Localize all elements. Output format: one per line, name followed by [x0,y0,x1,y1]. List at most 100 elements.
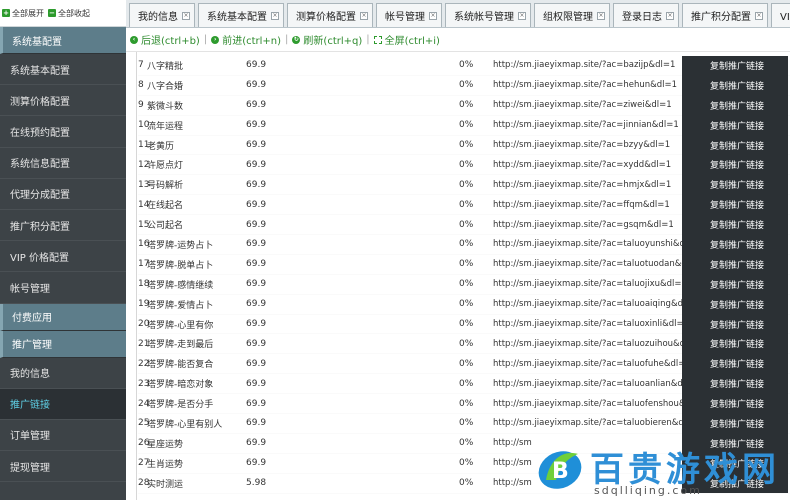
copy-link-button[interactable]: 复制推广链接 [682,373,788,394]
tab-close-icon[interactable]: × [755,11,763,20]
expand-all-button[interactable]: + 全部展开 [2,8,44,19]
copy-link-button[interactable]: 复制推广链接 [682,154,788,175]
sidebar-item[interactable]: 系统基本配置 [0,54,126,86]
row-price: 69.9 [246,338,267,349]
row-rate: 0% [459,319,474,330]
table-row: 13 号码解析 69.9 0% http://sm.jiaeyixmap.site/?a… [138,174,790,196]
sidebar-group[interactable]: 系统基配置 [0,27,126,54]
table-row: 11 老黄历 69.9 0% http://sm.jiaeyixmap.site/?ac… [138,135,790,156]
row-name: 生肖运势 [147,459,184,470]
copy-link-button[interactable]: 复制推广链接 [682,274,788,295]
refresh-button[interactable]: ↻ 刷新(ctrl+q) [292,32,362,47]
copy-link-button[interactable]: 复制推广链接 [682,214,788,235]
copy-link-button[interactable]: 复制推广链接 [682,135,788,155]
copy-link-button[interactable]: 复制推广链接 [682,254,788,275]
tab[interactable]: 登录日志 × [613,3,679,27]
copy-link-button[interactable]: 复制推广链接 [682,174,788,195]
row-price: 69.9 [246,239,267,250]
table-row: 12 许愿点灯 69.9 0% http://sm.jiaeyixmap.site/?a… [138,154,790,176]
forward-button[interactable]: › 前进(ctrl+n) [211,32,281,47]
row-id: 25 [138,418,150,429]
copy-link-button[interactable]: 复制推广链接 [682,294,788,315]
svg-text:B: B [552,459,569,484]
row-rate: 0% [459,199,474,210]
row-url: http://sm.jiaeyixmap.site/?ac=taluoxinli… [493,319,682,330]
tab-close-icon[interactable]: × [597,11,605,20]
tab-close-icon[interactable]: × [360,11,368,20]
watermark-logo-icon: B [538,451,582,489]
sidebar-item[interactable]: 我的信息 [0,358,126,389]
copy-link-button[interactable]: 复制推广链接 [682,194,788,215]
row-price: 69.9 [246,358,267,369]
row-rate: 0% [459,299,474,310]
sidebar-item[interactable]: 推广链接 [0,388,126,420]
row-name: 塔罗牌-心里有别人 [147,419,223,430]
row-url: http://sm.jiaeyixmap.site/?ac=taluotuoda… [493,259,682,270]
row-rate: 0% [459,159,474,170]
copy-link-button[interactable]: 复制推广链接 [682,413,788,434]
toolbar-divider: | [285,34,289,45]
sidebar-item[interactable]: 在线预约配置 [0,116,126,148]
copy-link-button[interactable]: 复制推广链接 [682,234,788,255]
copy-link-button[interactable]: 复制推广链接 [682,75,788,96]
sidebar-group[interactable]: 推广管理 [0,330,126,358]
copy-link-button[interactable]: 复制推广链接 [682,115,788,136]
fullscreen-label: 全屏(ctrl+i) [384,36,440,47]
table-row: 7 八字精批 69.9 0% http://sm.jiaeyixmap.site/?ac… [138,55,790,76]
sidebar-item[interactable]: 帐号管理 [0,272,126,304]
tab[interactable]: 帐号管理 × [376,3,442,27]
fullscreen-icon [373,35,382,44]
sidebar-item[interactable]: 推广积分配置 [0,210,126,242]
row-price: 69.9 [246,179,267,190]
row-id: 8 [138,80,144,91]
row-price: 69.9 [246,120,267,131]
copy-link-button[interactable]: 复制推广链接 [682,95,788,116]
row-url: http://sm.jiaeyixmap.site/?ac=taluofensh… [493,398,682,409]
sidebar-item[interactable]: 系统信息配置 [0,148,126,179]
copy-link-button[interactable]: 复制推广链接 [682,55,788,76]
row-price: 69.9 [246,319,267,330]
row-rate: 0% [459,120,474,131]
row-url: http://sm.jiaeyixmap.site/?ac=taluofuhe&… [493,358,682,369]
row-url: http://sm.jiaeyixmap.site/?ac=taluoyunsh… [493,239,682,250]
row-url: http://sm.jiaeyixmap.site/?ac=taluozuiho… [493,338,682,349]
tab[interactable]: 组权限管理 × [534,3,610,27]
row-rate: 0% [459,219,474,230]
tab-close-icon[interactable]: × [666,11,674,20]
copy-link-button[interactable]: 复制推广链接 [682,314,788,334]
row-rate: 0% [459,418,474,429]
copy-link-button[interactable]: 复制推广链接 [682,393,788,414]
tab[interactable]: 推广积分配置 × [682,3,768,27]
sidebar-item[interactable]: 测算价格配置 [0,85,126,117]
row-url: http://sm.jiaeyixmap.site/?ac=bzyy&dl=1 [493,140,671,150]
tab-close-icon[interactable]: × [271,11,279,20]
tab-label: 我的信息 [138,12,178,23]
back-button[interactable]: ‹ 后退(ctrl+b) [130,32,200,47]
row-id: 23 [138,378,150,389]
tab[interactable]: VIP 价格配置× [771,3,790,27]
content-divider [136,52,137,500]
table-row: 20 塔罗牌-心里有你 69.9 0% http://sm.jiaeyixmap.sit… [138,314,790,335]
fullscreen-button[interactable]: 全屏(ctrl+i) [373,32,440,47]
copy-link-button[interactable]: 复制推广链接 [682,353,788,374]
tab[interactable]: 我的信息 × [129,3,195,27]
row-id: 27 [138,458,150,469]
table-row: 8 八字合婚 69.9 0% http://sm.jiaeyixmap.site/?ac… [138,75,790,96]
copy-link-button[interactable]: 复制推广链接 [682,333,788,354]
collapse-all-button[interactable]: − 全部收起 [48,8,90,19]
tab[interactable]: 系统帐号管理 × [445,3,531,27]
table-row: 18 塔罗牌-感情继续 69.9 0% http://sm.jiaeyixmap.sit… [138,274,790,295]
sidebar-item[interactable]: 提现管理 [0,451,126,483]
tab-close-icon[interactable]: × [182,11,190,20]
row-price: 69.9 [246,299,267,310]
sidebar-item[interactable]: VIP 价格配置 [0,241,126,273]
sidebar-item[interactable]: 订单管理 [0,420,126,452]
tab-close-icon[interactable]: × [429,11,437,20]
tab[interactable]: 测算价格配置 × [287,3,373,27]
tab-close-icon[interactable]: × [518,11,526,20]
tab[interactable]: 系统基本配置 × [198,3,284,27]
sidebar-group[interactable]: 付费应用 [0,303,126,331]
sidebar-item[interactable]: 代理分成配置 [0,179,126,210]
row-name: 公司起名 [147,221,184,232]
row-rate: 0% [459,358,474,369]
